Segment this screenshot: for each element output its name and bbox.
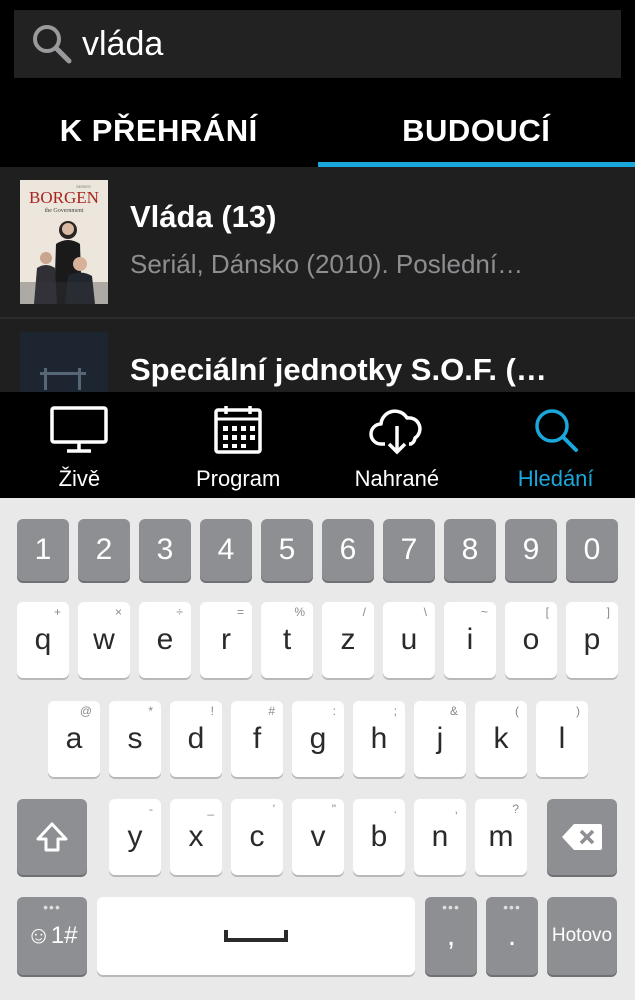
calendar-icon — [214, 406, 262, 454]
tv-icon — [50, 406, 109, 453]
symbols-key[interactable]: ••• ☺1# — [17, 897, 87, 975]
poster-image: SERIES BORGEN the Government — [20, 180, 108, 304]
search-box[interactable] — [14, 10, 621, 78]
shift-key[interactable] — [17, 799, 87, 875]
keyboard: 1 2 3 4 5 6 7 8 9 0 + q × w ÷ e = r % t / z \ u… — [0, 498, 635, 1000]
search-icon — [33, 25, 72, 64]
key-j[interactable]: & j — [414, 701, 466, 777]
key-b[interactable]: .b — [353, 799, 405, 875]
key-d[interactable]: ! d — [170, 701, 222, 777]
result-title: Speciální jednotky S.O.F. (… — [130, 352, 547, 387]
poster-image — [20, 332, 108, 392]
key-h[interactable]: ; h — [353, 701, 405, 777]
nav-label: Nahrané — [354, 466, 440, 491]
key-m[interactable]: ? m — [475, 799, 527, 875]
results-list: SERIES BORGEN the Government Vláda (13) … — [0, 167, 635, 392]
key-3[interactable]: 3 — [139, 519, 191, 581]
key-6[interactable]: 6 — [322, 519, 374, 581]
key-s[interactable]: * s — [109, 701, 161, 777]
key-c[interactable]: ' c — [231, 799, 283, 875]
key-t[interactable]: % t — [261, 602, 313, 678]
key-1[interactable]: 1 — [17, 519, 69, 581]
search-icon — [534, 409, 578, 452]
nav-nahrane[interactable]: Nahrané — [318, 392, 477, 498]
backspace-icon — [562, 824, 602, 850]
key-p[interactable]: ] p — [566, 602, 618, 678]
key-k[interactable]: (k — [475, 701, 527, 777]
result-subtitle: Seriál, Dánsko (2010). Poslední… — [130, 249, 524, 279]
key-q[interactable]: + q — [17, 602, 69, 678]
result-title: Vláda (13) — [130, 199, 277, 234]
nav-program[interactable]: Program — [159, 392, 318, 498]
shift-icon — [36, 822, 68, 852]
key-9[interactable]: 9 — [505, 519, 557, 581]
key-f[interactable]: # f — [231, 701, 283, 777]
nav-label: Hledání — [517, 466, 594, 491]
key-a[interactable]: @ a — [48, 701, 100, 777]
key-i[interactable]: ~ i — [444, 602, 496, 678]
bottom-navigation: Živě Program Nahrané Hledání — [0, 392, 635, 498]
key-w[interactable]: × w — [78, 602, 130, 678]
comma-key[interactable]: •••, — [425, 897, 477, 975]
key-e[interactable]: ÷ e — [139, 602, 191, 678]
key-v[interactable]: " v — [292, 799, 344, 875]
space-key[interactable] — [97, 897, 415, 975]
svg-text:the Government: the Government — [45, 208, 84, 214]
list-item[interactable]: Speciální jednotky S.O.F. (… — [0, 319, 635, 392]
key-n[interactable]: ,n — [414, 799, 466, 875]
nav-label: Živě — [58, 466, 101, 491]
svg-text:BORGEN: BORGEN — [29, 188, 99, 207]
nav-zive[interactable]: Živě — [0, 392, 159, 498]
key-2[interactable]: 2 — [78, 519, 130, 581]
key-u[interactable]: \ u — [383, 602, 435, 678]
search-area — [0, 0, 635, 95]
key-r[interactable]: = r — [200, 602, 252, 678]
tab-budouci[interactable]: BUDOUCÍ — [317, 95, 635, 167]
nav-label: Program — [195, 466, 281, 491]
search-input[interactable] — [82, 24, 582, 64]
period-key[interactable]: •••. — [486, 897, 538, 975]
key-4[interactable]: 4 — [200, 519, 252, 581]
key-0[interactable]: 0 — [566, 519, 618, 581]
tab-bar: K PŘEHRÁNÍ BUDOUCÍ — [0, 95, 635, 167]
key-7[interactable]: 7 — [383, 519, 435, 581]
tab-k-prehrani[interactable]: K PŘEHRÁNÍ — [0, 95, 318, 167]
list-item[interactable]: SERIES BORGEN the Government Vláda (13) … — [0, 167, 635, 319]
key-z[interactable]: / z — [322, 602, 374, 678]
cloud-download-icon — [369, 409, 422, 455]
key-o[interactable]: [o — [505, 602, 557, 678]
space-icon — [224, 930, 288, 942]
key-y[interactable]: -y — [109, 799, 161, 875]
key-g[interactable]: :g — [292, 701, 344, 777]
key-5[interactable]: 5 — [261, 519, 313, 581]
done-key[interactable]: Hotovo — [547, 897, 617, 975]
backspace-key[interactable] — [547, 799, 617, 875]
key-l[interactable]: ) l — [536, 701, 588, 777]
nav-hledani[interactable]: Hledání — [476, 392, 635, 498]
key-8[interactable]: 8 — [444, 519, 496, 581]
key-x[interactable]: _ x — [170, 799, 222, 875]
